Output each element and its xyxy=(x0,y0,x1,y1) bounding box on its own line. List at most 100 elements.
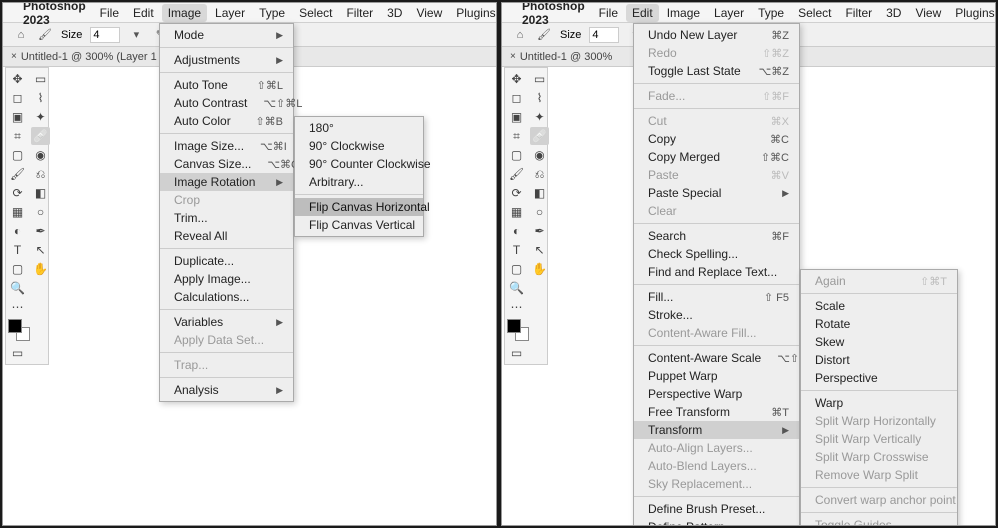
brush-tool[interactable]: 🖌 xyxy=(507,165,526,183)
menu-item-distort[interactable]: Distort xyxy=(801,351,957,369)
menu-view[interactable]: View xyxy=(416,6,442,20)
menu-3d[interactable]: 3D xyxy=(886,6,901,20)
menu-item-toggle-last-state[interactable]: Toggle Last State⌥⌘Z xyxy=(634,62,799,80)
menu-item-arbitrary[interactable]: Arbitrary... xyxy=(295,173,423,191)
menu-select[interactable]: Select xyxy=(299,6,332,20)
gradient-tool[interactable]: ▦ xyxy=(8,203,27,221)
path-select-tool[interactable]: ↖ xyxy=(530,241,549,259)
pen-tool[interactable]: ✒ xyxy=(31,222,50,240)
menu-item-perspective[interactable]: Perspective xyxy=(801,369,957,387)
menu-3d[interactable]: 3D xyxy=(387,6,402,20)
menu-item-90-clockwise[interactable]: 90° Clockwise xyxy=(295,137,423,155)
type-tool[interactable]: T xyxy=(8,241,27,259)
artboard-tool[interactable]: ▭ xyxy=(530,70,549,88)
history-brush-tool[interactable]: ⟳ xyxy=(8,184,27,202)
menu-item-image-size[interactable]: Image Size...⌥⌘I xyxy=(160,137,293,155)
menu-type[interactable]: Type xyxy=(758,6,784,20)
pen-tool[interactable]: ✒ xyxy=(530,222,549,240)
zoom-tool[interactable]: 🔍 xyxy=(8,279,27,297)
menu-layer[interactable]: Layer xyxy=(215,6,245,20)
eyedropper-tool[interactable]: ◉ xyxy=(31,146,50,164)
menu-plugins[interactable]: Plugins xyxy=(456,6,495,20)
menu-item-scale[interactable]: Scale xyxy=(801,297,957,315)
menu-item-duplicate[interactable]: Duplicate... xyxy=(160,252,293,270)
rectangle-tool[interactable]: ▢ xyxy=(8,260,27,278)
menu-image[interactable]: Image xyxy=(162,4,207,22)
home-icon[interactable]: ⌂ xyxy=(13,27,29,43)
screen-mode[interactable]: ▭ xyxy=(507,344,526,362)
menu-image[interactable]: Image xyxy=(667,6,700,20)
menu-file[interactable]: File xyxy=(599,6,618,20)
menu-item-puppet-warp[interactable]: Puppet Warp xyxy=(634,367,799,385)
menu-type[interactable]: Type xyxy=(259,6,285,20)
menu-item-content-aware-scale[interactable]: Content-Aware Scale⌥⇧⌘C xyxy=(634,349,799,367)
home-icon[interactable]: ⌂ xyxy=(512,27,528,43)
menu-item-search[interactable]: Search⌘F xyxy=(634,227,799,245)
marquee-tool[interactable]: ◻ xyxy=(507,89,526,107)
rectangle-tool[interactable]: ▢ xyxy=(507,260,526,278)
menu-item-copy[interactable]: Copy⌘C xyxy=(634,130,799,148)
menu-item-fill[interactable]: Fill...⇧ F5 xyxy=(634,288,799,306)
menu-layer[interactable]: Layer xyxy=(714,6,744,20)
blur-tool[interactable]: ○ xyxy=(31,203,50,221)
app-name[interactable]: Photoshop 2023 xyxy=(522,2,585,27)
menu-item-analysis[interactable]: Analysis▶ xyxy=(160,381,293,399)
menubar[interactable]: Photoshop 2023 File Edit Image Layer Typ… xyxy=(502,3,995,23)
document-tab[interactable]: Untitled-1 @ 300% xyxy=(520,51,613,63)
brush-tool[interactable]: 🖌 xyxy=(8,165,27,183)
dropdown-icon[interactable]: ▾ xyxy=(128,27,144,43)
menu-item-auto-tone[interactable]: Auto Tone⇧⌘L xyxy=(160,76,293,94)
wand-tool[interactable]: ✦ xyxy=(530,108,549,126)
menu-item-undo-new-layer[interactable]: Undo New Layer⌘Z xyxy=(634,26,799,44)
menu-filter[interactable]: Filter xyxy=(845,6,872,20)
size-input[interactable] xyxy=(589,27,619,43)
crop-tool[interactable]: ⌗ xyxy=(8,127,27,145)
menu-item-skew[interactable]: Skew xyxy=(801,333,957,351)
blur-tool[interactable]: ○ xyxy=(530,203,549,221)
menu-item-flip-canvas-horizontal[interactable]: Flip Canvas Horizontal xyxy=(295,198,423,216)
size-input[interactable] xyxy=(90,27,120,43)
menu-item-stroke[interactable]: Stroke... xyxy=(634,306,799,324)
edit-toolbar[interactable]: ⋯ xyxy=(8,298,27,316)
menu-item-check-spelling[interactable]: Check Spelling... xyxy=(634,245,799,263)
healing-brush-tool[interactable]: 🩹 xyxy=(31,127,50,145)
menu-item-canvas-size[interactable]: Canvas Size...⌥⌘C xyxy=(160,155,293,173)
menu-item-reveal-all[interactable]: Reveal All xyxy=(160,227,293,245)
app-name[interactable]: Photoshop 2023 xyxy=(23,2,86,27)
object-select-tool[interactable]: ▣ xyxy=(507,108,526,126)
menu-edit[interactable]: Edit xyxy=(133,6,154,20)
move-tool[interactable]: ✥ xyxy=(507,70,526,88)
menu-filter[interactable]: Filter xyxy=(346,6,373,20)
menu-item-free-transform[interactable]: Free Transform⌘T xyxy=(634,403,799,421)
menu-item-180[interactable]: 180° xyxy=(295,119,423,137)
menu-item-define-brush-preset[interactable]: Define Brush Preset... xyxy=(634,500,799,518)
healing-brush-tool[interactable]: 🩹 xyxy=(530,127,549,145)
menu-item-trim[interactable]: Trim... xyxy=(160,209,293,227)
menu-item-transform[interactable]: Transform▶ xyxy=(634,421,799,439)
menu-file[interactable]: File xyxy=(100,6,119,20)
zoom-tool[interactable]: 🔍 xyxy=(507,279,526,297)
menu-item-define-pattern[interactable]: Define Pattern... xyxy=(634,518,799,526)
menu-item-variables[interactable]: Variables▶ xyxy=(160,313,293,331)
screen-mode[interactable]: ▭ xyxy=(8,344,27,362)
close-tab-icon[interactable]: × xyxy=(11,51,17,62)
wand-tool[interactable]: ✦ xyxy=(31,108,50,126)
menu-item-warp[interactable]: Warp xyxy=(801,394,957,412)
document-tab[interactable]: Untitled-1 @ 300% (Layer 1 xyxy=(21,51,157,63)
marquee-tool[interactable]: ◻ xyxy=(8,89,27,107)
move-tool[interactable]: ✥ xyxy=(8,70,27,88)
menu-select[interactable]: Select xyxy=(798,6,831,20)
menu-item-copy-merged[interactable]: Copy Merged⇧⌘C xyxy=(634,148,799,166)
brush-icon[interactable]: 🖌 xyxy=(536,27,552,43)
path-select-tool[interactable]: ↖ xyxy=(31,241,50,259)
menu-item-apply-image[interactable]: Apply Image... xyxy=(160,270,293,288)
close-tab-icon[interactable]: × xyxy=(510,51,516,62)
menu-item-adjustments[interactable]: Adjustments▶ xyxy=(160,51,293,69)
color-swatch[interactable] xyxy=(8,317,30,343)
hand-tool[interactable]: ✋ xyxy=(31,260,50,278)
menu-view[interactable]: View xyxy=(915,6,941,20)
hand-tool[interactable]: ✋ xyxy=(530,260,549,278)
edit-toolbar[interactable]: ⋯ xyxy=(507,298,526,316)
color-swatch[interactable] xyxy=(507,317,529,343)
dodge-tool[interactable]: ◐ xyxy=(507,222,526,240)
